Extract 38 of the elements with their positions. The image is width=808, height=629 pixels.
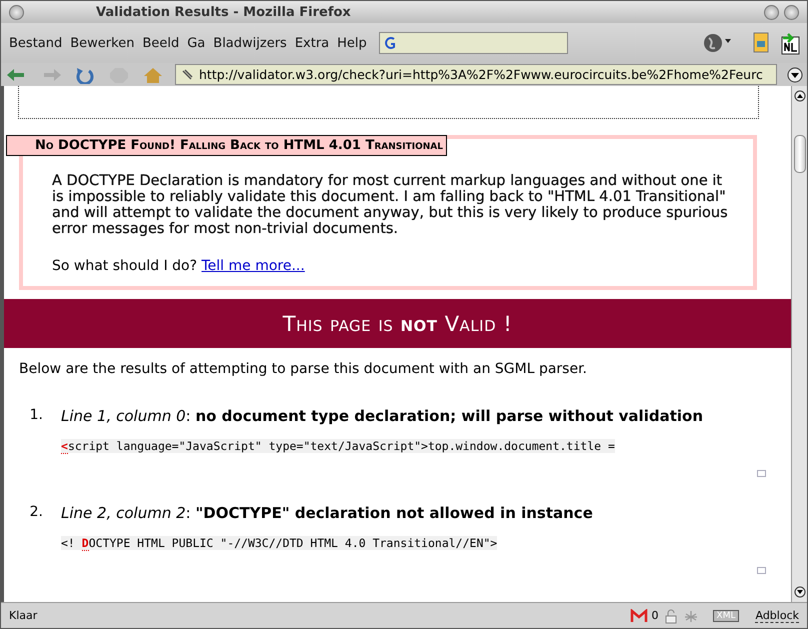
mail-icon[interactable] bbox=[630, 608, 648, 622]
menu-item[interactable]: Beeld bbox=[138, 36, 184, 50]
status-text: Klaar bbox=[9, 609, 38, 622]
invalid-banner: This page is not Valid ! bbox=[4, 299, 791, 348]
window-title: Validation Results - Mozilla Firefox bbox=[96, 4, 351, 20]
tell-me-more-link[interactable]: Tell me more... bbox=[202, 258, 305, 274]
menu-item[interactable]: Bladwijzers bbox=[209, 36, 291, 50]
dropdown-icon[interactable] bbox=[787, 66, 803, 82]
url-text: http://validator.w3.org/check?uri=http%3A%2F%2Fwww.eurocircuits.be%2Fhome%2Feurc bbox=[199, 67, 763, 82]
scroll-thumb[interactable] bbox=[794, 135, 806, 173]
menu-item[interactable]: Help bbox=[333, 36, 371, 50]
error-message: Line 1, column 0: no document type declaration; will parse without validation bbox=[61, 407, 704, 425]
menu-item[interactable]: Bestand bbox=[5, 36, 66, 50]
expand-icon[interactable] bbox=[757, 567, 766, 574]
scrollbar[interactable] bbox=[791, 86, 807, 602]
padlock-icon bbox=[662, 608, 679, 624]
warning-title: No DOCTYPE Found! Falling Back to HTML 4.01 Transitional bbox=[6, 135, 447, 156]
intro-text: Below are the results of attempting to parse this document with an SGML parser. bbox=[19, 361, 588, 377]
code-excerpt: <! DOCTYPE HTML PUBLIC "-//W3C//DTD HTML 4.0 Transitional//EN"> bbox=[61, 536, 498, 550]
code-excerpt: <script language="JavaScript" type="text/JavaScript">top.window.document.title = bbox=[61, 439, 615, 453]
mail-count: 0 bbox=[652, 609, 659, 622]
search-field[interactable] bbox=[378, 32, 568, 54]
expand-icon[interactable] bbox=[757, 470, 766, 477]
error-message: Line 2, column 2: "DOCTYPE" declaration not allowed in instance bbox=[61, 504, 594, 522]
item-number: 1. bbox=[28, 407, 44, 425]
address-field[interactable]: http://validator.w3.org/check?uri=http%3A%2F%2Fwww.eurocircuits.be%2Fhome%2Feurc bbox=[175, 64, 777, 85]
scroll-down-icon[interactable] bbox=[794, 586, 806, 598]
item-number: 2. bbox=[28, 504, 44, 522]
window-menu-button[interactable] bbox=[9, 4, 24, 20]
warning-text: A DOCTYPE Declaration is mandatory for most current markup languages and without one it is impossible to reliably validate this document. I am falling back to "HTML 4.01 Transitional" and will attempt to validate the document anyway, but this is very likely to produce spurious error messages for most non-trivial documents. bbox=[52, 173, 729, 237]
menu-item[interactable]: Extra bbox=[290, 36, 334, 50]
close-button[interactable] bbox=[784, 4, 799, 20]
minimize-button[interactable] bbox=[764, 4, 779, 20]
adblock-link[interactable]: Adblock bbox=[755, 608, 799, 622]
help-prompt: So what should I do? Tell me more... bbox=[52, 258, 306, 274]
scroll-up-icon[interactable] bbox=[794, 90, 806, 102]
menu-item[interactable]: Ga bbox=[183, 36, 210, 50]
menu-item[interactable]: Bewerken bbox=[66, 36, 138, 50]
